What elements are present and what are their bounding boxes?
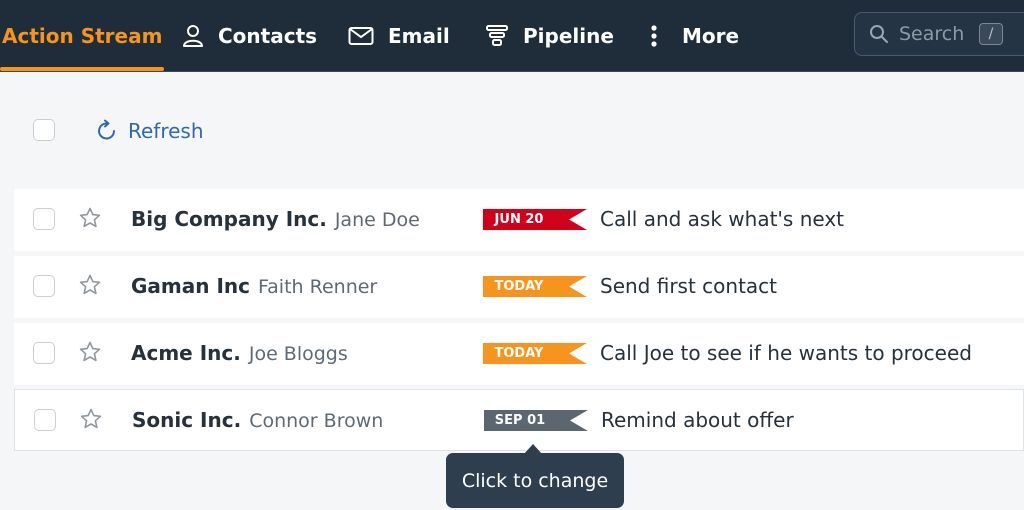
nav-action-stream[interactable]: Action Stream (2, 0, 162, 72)
person-icon (182, 24, 204, 48)
contact-name: Faith Renner (257, 276, 378, 298)
select-all-checkbox[interactable] (33, 119, 55, 141)
task-description[interactable]: Call and ask what's next (600, 207, 844, 231)
due-date-label: TODAY (494, 346, 544, 361)
table-row[interactable]: Sonic Inc. Connor Brown SEP 01 Remind about… (14, 389, 1024, 451)
row-checkbox[interactable] (33, 275, 55, 297)
table-row[interactable]: Acme Inc. Joe Bloggs TODAY Call Joe to see … (14, 323, 1024, 385)
search-box[interactable]: / (854, 12, 1024, 56)
nav-label: Pipeline (523, 24, 614, 48)
funnel-icon (485, 24, 509, 48)
envelope-icon (348, 26, 374, 46)
due-date-badge[interactable]: JUN 20 (483, 209, 587, 230)
nav-email[interactable]: Email (348, 0, 450, 72)
company-label: Big Company Inc. (131, 207, 327, 231)
search-input[interactable] (899, 23, 979, 45)
nav-more[interactable]: More (650, 0, 739, 72)
row-checkbox[interactable] (33, 342, 55, 364)
due-date-label: JUN 20 (494, 212, 544, 227)
tooltip: Click to change (446, 453, 624, 508)
nav-label: Email (388, 24, 450, 48)
nav-contacts[interactable]: Contacts (182, 0, 317, 72)
task-description[interactable]: Remind about offer (601, 408, 794, 432)
company-label: Acme Inc. (131, 341, 241, 365)
nav-pipeline[interactable]: Pipeline (485, 0, 614, 72)
star-icon[interactable] (78, 340, 102, 368)
company-name[interactable]: Acme Inc. Joe Bloggs (131, 341, 348, 365)
due-date-label: TODAY (494, 279, 544, 294)
star-icon[interactable] (78, 273, 102, 301)
task-description[interactable]: Send first contact (600, 274, 777, 298)
table-row[interactable]: Gaman Inc Faith Renner TODAY Send first con… (14, 256, 1024, 318)
refresh-label: Refresh (128, 119, 204, 143)
nav-label: Contacts (218, 24, 318, 48)
star-icon[interactable] (78, 206, 102, 234)
company-name[interactable]: Big Company Inc. Jane Doe (131, 207, 420, 231)
search-icon (869, 24, 889, 44)
top-nav-bar: Action Stream Contacts Email Pipeline Mo… (0, 0, 1024, 72)
nav-label: Action Stream (2, 24, 163, 48)
star-icon[interactable] (79, 407, 103, 435)
company-name[interactable]: Gaman Inc Faith Renner (131, 274, 377, 298)
table-row[interactable]: Big Company Inc. Jane Doe JUN 20 Call and a… (14, 189, 1024, 251)
due-date-badge[interactable]: TODAY (483, 343, 587, 364)
contact-name: Connor Brown (249, 410, 384, 432)
contact-name: Joe Bloggs (248, 343, 348, 365)
refresh-button[interactable]: Refresh (95, 118, 204, 144)
vertical-dots-icon (650, 24, 658, 48)
tooltip-text: Click to change (461, 469, 609, 492)
company-label: Gaman Inc (131, 274, 250, 298)
due-date-label: SEP 01 (494, 413, 546, 428)
refresh-icon (95, 119, 119, 143)
due-date-badge[interactable]: SEP 01 (484, 410, 588, 431)
company-label: Sonic Inc. (132, 408, 242, 432)
due-date-badge[interactable]: TODAY (483, 276, 587, 297)
task-description[interactable]: Call Joe to see if he wants to proceed (600, 341, 972, 365)
active-tab-underline (0, 67, 164, 71)
contact-name: Jane Doe (334, 209, 420, 231)
nav-label: More (682, 24, 740, 48)
search-shortcut-key: / (979, 23, 1003, 45)
row-checkbox[interactable] (34, 409, 56, 431)
company-name[interactable]: Sonic Inc. Connor Brown (132, 408, 383, 432)
row-checkbox[interactable] (33, 208, 55, 230)
